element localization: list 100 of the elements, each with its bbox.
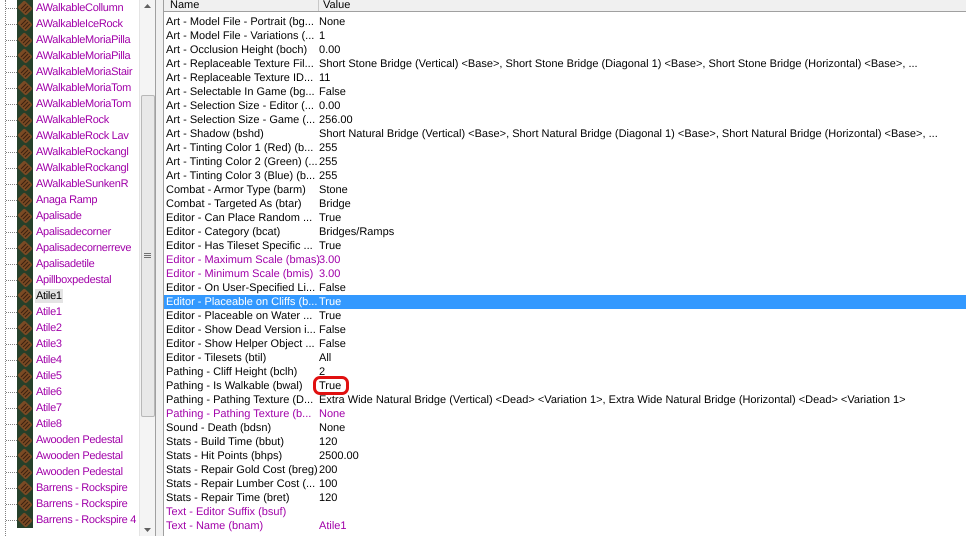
bridge-icon xyxy=(17,128,33,144)
property-row[interactable]: Pathing - Pathing Texture (D... Extra Wide Natural Bridge (Vertical) <Dead> <Variation 1>, Extra Wide Natural Bridge (Horizontal) <Dead> <Variation 1> xyxy=(164,393,966,407)
tree-item[interactable]: Awooden Pedestal xyxy=(35,433,124,447)
tree-item[interactable]: Atile1 xyxy=(35,289,63,303)
tree-item[interactable]: AWalkableMoriaPilla xyxy=(35,49,132,63)
tree-item[interactable]: Apalisade xyxy=(35,209,83,223)
tree-item[interactable]: AWalkableMoriaTom xyxy=(35,81,132,95)
property-row[interactable]: Art - Selection Size - Game (... 256.00 xyxy=(164,113,966,127)
tree-item[interactable]: AWalkableSunkenR xyxy=(35,177,130,191)
property-row[interactable]: Editor - Tilesets (btil) All xyxy=(164,351,966,365)
property-name: Stats - Repair Time (bret) xyxy=(165,491,290,505)
property-value: 3.00 xyxy=(319,253,340,267)
property-value: 120 xyxy=(318,435,338,449)
property-value: Bridges/Ramps xyxy=(318,225,394,239)
tree-item[interactable]: AWalkableMoriaTom xyxy=(35,97,132,111)
scrollbar[interactable] xyxy=(139,0,155,536)
property-row[interactable]: Stats - Repair Lumber Cost (... 100 xyxy=(164,477,966,491)
tree-item[interactable]: AWalkableIceRock xyxy=(35,17,124,31)
tree-item[interactable]: Apillboxpedestal xyxy=(35,273,112,287)
tree-item[interactable]: Barrens - Rockspire xyxy=(35,497,128,511)
property-row[interactable]: Stats - Repair Time (bret) 120 xyxy=(164,491,966,505)
tree-item[interactable]: Atile6 xyxy=(35,385,63,399)
property-row[interactable]: Text - Name (bnam) Atile1 xyxy=(164,519,966,533)
bridge-icon xyxy=(17,416,33,432)
property-row[interactable]: Editor - Show Helper Object ... False xyxy=(164,337,966,351)
tree-item[interactable]: Barrens - Rockspire xyxy=(35,481,128,495)
property-value: Extra Wide Natural Bridge (Vertical) <Dead> <Variation 1>, Extra Wide Natural Bridge (Horizontal) <Dead> <Variation 1> xyxy=(318,393,906,407)
scroll-up-icon[interactable] xyxy=(144,4,151,8)
property-row[interactable]: Art - Selection Size - Editor (... 0.00 xyxy=(164,99,966,113)
property-row[interactable]: Pathing - Is Walkable (bwal) True xyxy=(164,379,966,393)
property-row[interactable]: Art - Tinting Color 3 (Blue) (b... 255 xyxy=(164,169,966,183)
property-row[interactable]: Combat - Armor Type (barm) Stone xyxy=(164,183,966,197)
property-name: Text - Name (bnam) xyxy=(165,519,264,533)
tree-item[interactable]: AWalkableRock Lav xyxy=(35,129,130,143)
property-row[interactable]: Combat - Targeted As (btar) Bridge xyxy=(164,197,966,211)
property-row[interactable]: Pathing - Cliff Height (bclh) 2 xyxy=(164,365,966,379)
tree-item[interactable]: Awooden Pedestal xyxy=(35,449,124,463)
property-row[interactable]: Art - Replaceable Texture Fil... Short Stone Bridge (Vertical) <Base>, Short Stone Bridge (Diagonal 1) <Base>, Short Stone Bridge (Horizontal) <Base>, ... xyxy=(164,57,966,71)
property-name: Editor - Show Dead Version i... xyxy=(165,323,317,337)
column-header[interactable]: Value xyxy=(319,0,350,11)
property-row[interactable]: Sound - Death (bdsn) None xyxy=(164,421,966,435)
property-row[interactable]: Text - Editor Suffix (bsuf) xyxy=(164,505,966,519)
bridge-icon xyxy=(17,0,33,16)
tree-item[interactable]: Apalisadetile xyxy=(35,257,96,271)
property-row[interactable]: Art - Selectable In Game (bg... False xyxy=(164,85,966,99)
tree-item[interactable]: Atile5 xyxy=(35,369,63,383)
tree-item[interactable]: Atile4 xyxy=(35,353,63,367)
bridge-icon xyxy=(17,368,33,384)
property-value: 0.00 xyxy=(318,99,340,113)
property-value: False xyxy=(318,337,346,351)
tree-item[interactable]: Atile7 xyxy=(35,401,63,415)
bridge-icon xyxy=(17,48,33,64)
property-row[interactable]: Editor - Can Place Random ... True xyxy=(164,211,966,225)
bridge-icon xyxy=(17,304,33,320)
property-name: Stats - Hit Points (bhps) xyxy=(165,449,284,463)
property-row[interactable]: Editor - Has Tileset Specific ... True xyxy=(164,239,966,253)
property-row[interactable]: Art - Model File - Portrait (bg... None xyxy=(164,15,966,29)
tree-item[interactable]: AWalkableRockangl xyxy=(35,161,130,175)
property-row[interactable]: Editor - Show Dead Version i... False xyxy=(164,323,966,337)
property-value: 256.00 xyxy=(318,113,353,127)
property-row[interactable]: Stats - Hit Points (bhps) 2500.00 xyxy=(164,449,966,463)
property-row[interactable]: Art - Model File - Variations (... 1 xyxy=(164,29,966,43)
property-row[interactable]: Art - Occlusion Height (boch) 0.00 xyxy=(164,43,966,57)
property-row[interactable]: Pathing - Pathing Texture (b... None xyxy=(164,407,966,421)
tree-item[interactable]: Atile1 xyxy=(35,305,63,319)
property-name: Art - Shadow (bshd) xyxy=(165,127,265,141)
tree-item[interactable]: Apalisadecorner xyxy=(35,225,112,239)
property-value: None xyxy=(318,421,346,435)
property-row[interactable]: Stats - Build Time (bbut) 120 xyxy=(164,435,966,449)
scroll-thumb[interactable] xyxy=(140,95,154,417)
property-row[interactable]: Art - Replaceable Texture ID... 11 xyxy=(164,71,966,85)
property-value: 2 xyxy=(318,365,326,379)
tree-item[interactable]: Awooden Pedestal xyxy=(35,465,124,479)
property-name: Stats - Repair Lumber Cost (... xyxy=(165,477,316,491)
property-row[interactable]: Editor - Maximum Scale (bmas)3.00 xyxy=(164,253,966,267)
property-row[interactable]: Editor - On User-Specified Li... False xyxy=(164,281,966,295)
property-value: 1 xyxy=(318,29,326,43)
property-row[interactable]: Stats - Repair Gold Cost (breg)200 xyxy=(164,463,966,477)
property-name: Editor - Category (bcat) xyxy=(165,225,282,239)
property-row[interactable]: Editor - Category (bcat) Bridges/Ramps xyxy=(164,225,966,239)
tree-item[interactable]: Atile3 xyxy=(35,337,63,351)
property-row[interactable]: Editor - Minimum Scale (bmis) 3.00 xyxy=(164,267,966,281)
property-row[interactable]: Art - Shadow (bshd) Short Natural Bridge (Vertical) <Base>, Short Natural Bridge (Diagonal 1) <Base>, Short Natural Bridge (Horizontal) <Base>, ... xyxy=(164,127,966,141)
scroll-down-icon[interactable] xyxy=(144,528,151,532)
tree-item[interactable]: Apalisadecornerreve xyxy=(35,241,132,255)
property-row[interactable]: Art - Tinting Color 1 (Red) (b... 255 xyxy=(164,141,966,155)
property-value: None xyxy=(318,15,346,29)
tree-item[interactable]: Anaga Ramp xyxy=(35,193,98,207)
bridge-icon xyxy=(17,432,33,448)
tree-item[interactable]: AWalkableMoriaPilla xyxy=(35,33,132,47)
tree-item[interactable]: AWalkableRockangl xyxy=(35,145,130,159)
tree-item[interactable]: Atile8 xyxy=(35,417,63,431)
tree-item[interactable]: AWalkableCollumn xyxy=(35,1,124,15)
property-row[interactable]: Art - Tinting Color 2 (Green) (...255 xyxy=(164,155,966,169)
tree-item[interactable]: Atile2 xyxy=(35,321,63,335)
property-row[interactable]: Editor - Placeable on Water ... True xyxy=(164,309,966,323)
column-header[interactable]: Name xyxy=(164,0,319,11)
tree-item[interactable]: AWalkableMoriaStair xyxy=(35,65,134,79)
tree-item[interactable]: AWalkableRock xyxy=(35,113,110,127)
tree-item[interactable]: Barrens - Rockspire 4 xyxy=(35,513,138,527)
